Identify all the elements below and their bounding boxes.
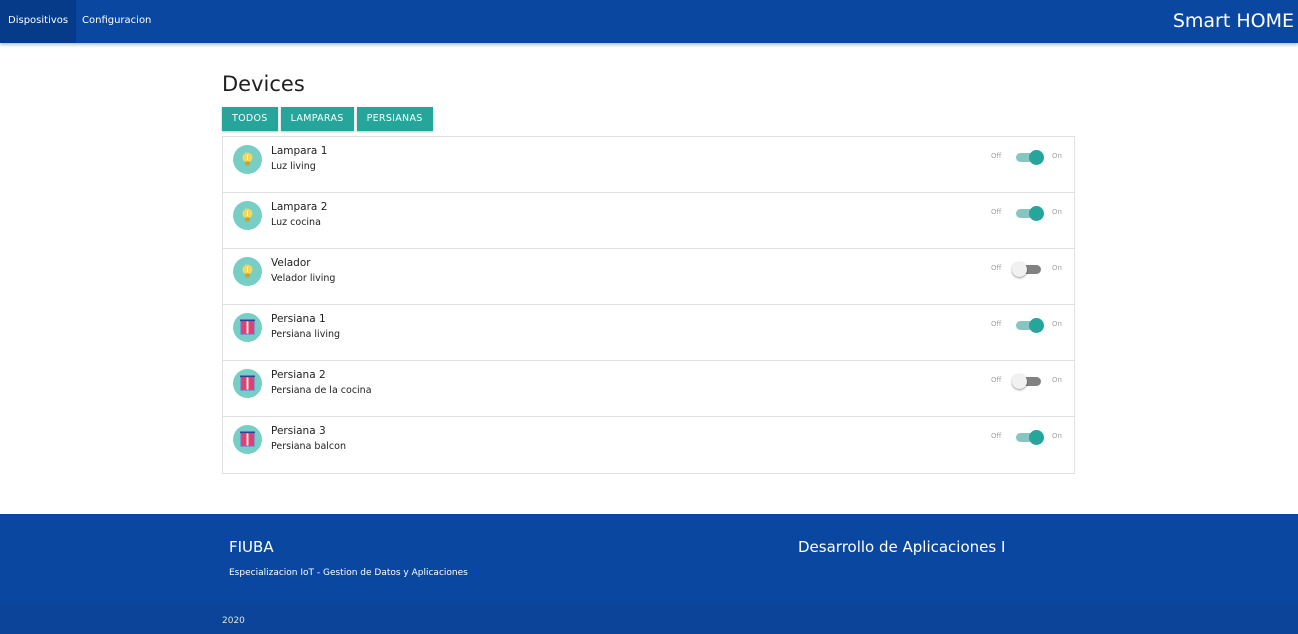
device-power-switch: Off On <box>991 318 1062 333</box>
switch-knob <box>1012 262 1027 277</box>
filter-lamparas-button[interactable]: LAMPARAS <box>280 107 354 131</box>
switch-off-label: Off <box>991 208 1002 216</box>
device-item: Lampara 1 Luz living Off On <box>223 137 1074 193</box>
device-name: Persiana 1 <box>271 313 326 325</box>
switch-toggle[interactable] <box>1012 374 1041 389</box>
switch-off-label: Off <box>991 376 1002 384</box>
footer-copyright-bar <box>0 603 1298 634</box>
footer-right-title: Desarrollo de Aplicaciones I <box>798 538 1006 556</box>
switch-off-label: Off <box>991 264 1002 272</box>
device-power-switch: Off On <box>991 150 1062 165</box>
switch-on-label: On <box>1052 432 1062 440</box>
switch-toggle[interactable] <box>1016 318 1044 333</box>
footer-left-title: FIUBA <box>229 538 274 556</box>
device-power-switch: Off On <box>991 206 1062 221</box>
device-description: Velador living <box>271 273 336 284</box>
switch-off-label: Off <box>991 152 1002 160</box>
lightbulb-icon <box>233 201 262 230</box>
switch-on-label: On <box>1052 208 1062 216</box>
device-description: Persiana living <box>271 329 341 340</box>
device-description: Persiana de la cocina <box>271 385 372 396</box>
device-item: Lampara 2 Luz cocina Off On <box>223 193 1074 249</box>
switch-knob <box>1029 318 1044 333</box>
device-item: Velador Velador living Off On <box>223 249 1074 305</box>
window-blind-icon <box>233 369 262 398</box>
device-item: Persiana 3 Persiana balcon Off On <box>223 417 1074 473</box>
switch-knob <box>1029 430 1044 445</box>
device-name: Lampara 1 <box>271 145 328 157</box>
nav-item-dispositivos[interactable]: Dispositivos <box>0 0 77 43</box>
device-name: Persiana 2 <box>271 369 326 381</box>
switch-toggle[interactable] <box>1016 430 1044 445</box>
switch-knob <box>1012 374 1027 389</box>
switch-knob <box>1029 206 1044 221</box>
device-item: Persiana 2 Persiana de la cocina Off On <box>223 361 1074 417</box>
window-blind-icon <box>233 425 262 454</box>
device-power-switch: Off On <box>991 374 1062 389</box>
switch-toggle[interactable] <box>1012 262 1041 277</box>
top-navbar: Dispositivos Configuracion Smart HOME <box>0 0 1298 43</box>
device-description: Luz living <box>271 161 316 172</box>
nav-item-configuracion[interactable]: Configuracion <box>74 0 159 43</box>
device-power-switch: Off On <box>991 262 1062 277</box>
page-title: Devices <box>222 72 305 96</box>
switch-knob <box>1029 150 1044 165</box>
filter-todos-button[interactable]: TODOS <box>222 107 278 131</box>
switch-on-label: On <box>1052 320 1062 328</box>
lightbulb-icon <box>233 257 262 286</box>
device-description: Persiana balcon <box>271 441 346 452</box>
device-name: Velador <box>271 257 311 269</box>
filter-persianas-button[interactable]: PERSIANAS <box>356 107 433 131</box>
device-name: Persiana 3 <box>271 425 326 437</box>
window-blind-icon <box>233 313 262 342</box>
switch-on-label: On <box>1052 376 1062 384</box>
device-power-switch: Off On <box>991 430 1062 445</box>
switch-toggle[interactable] <box>1016 150 1044 165</box>
device-item: Persiana 1 Persiana living Off On <box>223 305 1074 361</box>
footer-left-text: Especializacion IoT - Gestion de Datos y… <box>229 568 468 578</box>
footer-copyright: 2020 <box>222 616 245 626</box>
switch-off-label: Off <box>991 320 1002 328</box>
switch-off-label: Off <box>991 432 1002 440</box>
switch-on-label: On <box>1052 264 1062 272</box>
switch-toggle[interactable] <box>1016 206 1044 221</box>
device-description: Luz cocina <box>271 217 321 228</box>
device-name: Lampara 2 <box>271 201 328 213</box>
device-list: Lampara 1 Luz living Off On Lampara 2 Lu… <box>222 136 1075 474</box>
switch-on-label: On <box>1052 152 1062 160</box>
brand-logo[interactable]: Smart HOME <box>1173 0 1294 43</box>
lightbulb-icon <box>233 145 262 174</box>
filter-button-group: TODOS LAMPARAS PERSIANAS <box>222 107 433 131</box>
